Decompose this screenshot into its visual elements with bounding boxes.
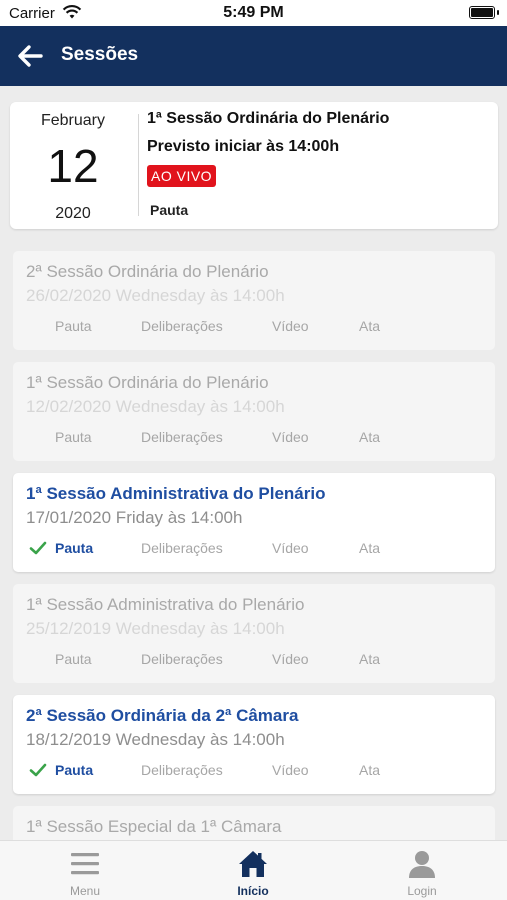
video-link[interactable]: Vídeo — [272, 318, 309, 334]
date-divider — [138, 114, 139, 216]
live-session-month: February — [40, 112, 106, 129]
video-link[interactable]: Vídeo — [272, 429, 309, 445]
session-date: 17/01/2020 Friday às 14:00h — [26, 508, 243, 527]
session-card[interactable]: 1ª Sessão Administrativa do Plenário 25/… — [13, 584, 495, 683]
tab-inicio-label: Início — [237, 884, 269, 898]
live-session-pauta-link[interactable]: Pauta — [150, 202, 188, 218]
page-title: Sessões — [61, 44, 139, 65]
session-title: 1ª Sessão Administrativa do Plenário — [26, 484, 326, 503]
hamburger-icon — [71, 853, 99, 875]
tab-inicio[interactable]: Início — [193, 841, 313, 900]
tab-login[interactable]: Login — [362, 841, 482, 900]
clock: 5:49 PM — [223, 4, 284, 21]
live-badge: AO VIVO — [147, 165, 217, 187]
live-session-card[interactable]: February 12 2020 1ª Sessão Ordinária do … — [10, 102, 498, 229]
session-title: 2ª Sessão Ordinária da 2ª Câmara — [26, 706, 299, 725]
session-card[interactable]: 2ª Sessão Ordinária da 2ª Câmara 18/12/2… — [13, 695, 495, 794]
status-bar: Carrier 5:49 PM — [0, 0, 507, 26]
video-link[interactable]: Vídeo — [272, 762, 309, 778]
checkmark-icon — [29, 763, 47, 777]
battery-icon — [469, 6, 499, 19]
live-session-day: 12 — [47, 140, 99, 192]
ata-link[interactable]: Ata — [359, 429, 380, 445]
session-title: 2ª Sessão Ordinária do Plenário — [26, 262, 269, 281]
live-session-year: 2020 — [55, 205, 91, 222]
ata-link[interactable]: Ata — [359, 651, 380, 667]
home-icon — [239, 851, 267, 877]
user-icon — [409, 851, 435, 878]
pauta-link[interactable]: Pauta — [55, 429, 92, 445]
video-link[interactable]: Vídeo — [272, 651, 309, 667]
session-title: 1ª Sessão Administrativa do Plenário — [26, 595, 305, 614]
session-card[interactable]: 2ª Sessão Ordinária do Plenário 26/02/20… — [13, 251, 495, 350]
session-title: 1ª Sessão Especial da 1ª Câmara — [26, 817, 282, 836]
live-session-schedule: Previsto iniciar às 14:00h — [147, 138, 340, 155]
deliberacoes-link[interactable]: Deliberações — [141, 540, 223, 556]
session-date: 26/02/2020 Wednesday às 14:00h — [26, 286, 285, 305]
deliberacoes-link[interactable]: Deliberações — [141, 651, 223, 667]
tab-login-label: Login — [407, 884, 437, 898]
checkmark-icon — [29, 541, 47, 555]
deliberacoes-link[interactable]: Deliberações — [141, 762, 223, 778]
pauta-link[interactable]: Pauta — [55, 762, 93, 778]
ata-link[interactable]: Ata — [359, 318, 380, 334]
pauta-link[interactable]: Pauta — [55, 540, 93, 556]
deliberacoes-link[interactable]: Deliberações — [141, 429, 223, 445]
tab-bar: Menu Início Login — [0, 840, 507, 900]
session-date: 12/02/2020 Wednesday às 14:00h — [26, 397, 285, 416]
session-date: 18/12/2019 Wednesday às 14:00h — [26, 730, 285, 749]
video-link[interactable]: Vídeo — [272, 540, 309, 556]
session-card[interactable]: 1ª Sessão Administrativa do Plenário 17/… — [13, 473, 495, 572]
live-session-title: 1ª Sessão Ordinária do Plenário — [147, 110, 390, 127]
nav-bar: Sessões — [0, 26, 507, 86]
pauta-link[interactable]: Pauta — [55, 651, 92, 667]
session-card[interactable]: 1ª Sessão Ordinária do Plenário 12/02/20… — [13, 362, 495, 461]
tab-menu[interactable]: Menu — [25, 841, 145, 900]
tab-menu-label: Menu — [69, 884, 101, 898]
session-title: 1ª Sessão Ordinária do Plenário — [26, 373, 269, 392]
session-card[interactable]: 1ª Sessão Especial da 1ª Câmara — [13, 806, 495, 840]
session-date: 25/12/2019 Wednesday às 14:00h — [26, 619, 285, 638]
ata-link[interactable]: Ata — [359, 540, 380, 556]
deliberacoes-link[interactable]: Deliberações — [141, 318, 223, 334]
back-arrow-icon[interactable] — [16, 42, 44, 70]
ata-link[interactable]: Ata — [359, 762, 380, 778]
pauta-link[interactable]: Pauta — [55, 318, 92, 334]
sessions-list[interactable]: February 12 2020 1ª Sessão Ordinária do … — [0, 86, 507, 840]
